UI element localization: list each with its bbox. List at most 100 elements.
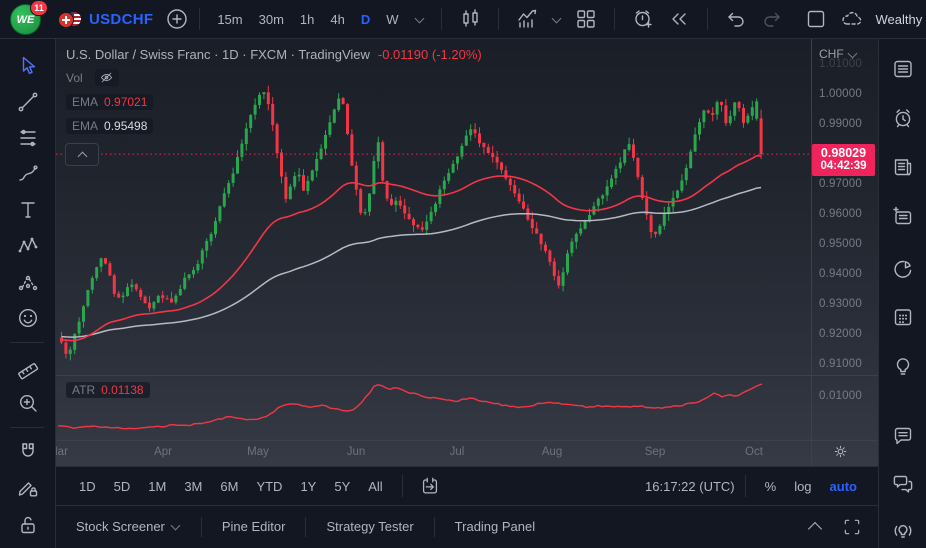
tab-trading-panel[interactable]: Trading Panel (435, 506, 555, 547)
save-layout-indicator[interactable] (798, 7, 834, 31)
range-3m[interactable]: 3M (175, 475, 211, 498)
pane-settings-button[interactable] (832, 443, 849, 465)
magnet-mode-button[interactable] (14, 438, 42, 466)
replay-button[interactable] (661, 7, 697, 31)
trend-line-tool[interactable] (14, 88, 42, 116)
tab-stock-screener[interactable]: Stock Screener (56, 506, 201, 547)
volume-visibility-toggle[interactable] (94, 69, 119, 86)
clock[interactable]: 16:17:22 (UTC) (645, 479, 735, 494)
range-5y[interactable]: 5Y (325, 475, 359, 498)
interval-30m[interactable]: 30m (252, 8, 291, 31)
range-all[interactable]: All (359, 475, 391, 498)
range-1m[interactable]: 1M (139, 475, 175, 498)
brush-tool[interactable] (14, 160, 42, 188)
separator (497, 8, 499, 30)
text-notes-button[interactable] (890, 203, 916, 229)
price-tick: 0.96000 (819, 208, 862, 220)
range-1y[interactable]: 1Y (291, 475, 325, 498)
streams-button[interactable] (890, 518, 916, 544)
cloud-save-button[interactable] (834, 7, 870, 31)
auto-scale-button[interactable]: auto (821, 475, 866, 498)
swiss-flag-icon (58, 12, 74, 28)
tab-pine-editor[interactable]: Pine Editor (202, 506, 306, 547)
text-tool[interactable] (14, 196, 42, 224)
zoom-in-tool[interactable] (14, 389, 42, 417)
layout-grid-button[interactable] (568, 7, 604, 31)
go-to-date-icon (422, 477, 437, 494)
drawing-lock-button[interactable] (14, 474, 42, 502)
price-change: -0.01190 (-1.20%) (377, 47, 482, 62)
separator (199, 8, 201, 30)
forecast-tool[interactable] (14, 268, 42, 296)
fullscreen-icon[interactable] (842, 517, 862, 537)
percent-scale-button[interactable]: % (756, 475, 786, 498)
volume-label[interactable]: Vol (66, 71, 83, 85)
broadcast-bulb-icon (894, 525, 912, 538)
range-1d[interactable]: 1D (70, 475, 105, 498)
open-panel-chevron-up-icon[interactable] (807, 521, 823, 536)
news-button[interactable] (890, 154, 916, 180)
watchlist-button[interactable] (890, 56, 916, 82)
interval-1h[interactable]: 1h (293, 8, 321, 31)
chevron-down-icon (414, 13, 424, 23)
undo-button[interactable] (718, 7, 754, 31)
indicator-templates-button[interactable] (545, 13, 568, 24)
tab-label: Pine Editor (221, 519, 286, 534)
chart-area[interactable]: U.S. Dollar / Swiss Franc · 1D · FXCM · … (56, 39, 878, 466)
price-axis[interactable]: CHF 0.98029 04:42:39 1.01000 1.00000 0.990… (811, 39, 878, 466)
economic-calendar-button[interactable] (890, 304, 916, 330)
ema-fast-legend[interactable]: EMA 0.97021 (66, 93, 154, 110)
alerts-button[interactable] (890, 105, 916, 131)
chart-style-button[interactable] (452, 7, 488, 31)
ema-slow-legend[interactable]: EMA 0.95498 (66, 117, 154, 134)
time-axis[interactable]: Mar Apr May Jun Jul Aug Sep Oct (56, 440, 811, 466)
symbol-search-button[interactable]: USDCHF (58, 11, 153, 28)
price-tick: 0.95000 (819, 238, 862, 250)
ema-slow-label: EMA (72, 118, 99, 133)
hotlists-button[interactable] (890, 256, 916, 282)
separator (10, 427, 44, 428)
time-axis-month: Sep (644, 446, 666, 458)
range-ytd[interactable]: YTD (247, 475, 291, 498)
account-menu-button[interactable]: WE 11 (10, 0, 48, 35)
chat-button[interactable] (890, 423, 916, 449)
redo-button[interactable] (754, 7, 790, 31)
indicators-button[interactable] (509, 7, 545, 31)
ideas-button[interactable] (890, 353, 916, 379)
log-scale-button[interactable]: log (785, 475, 820, 498)
symbol-title[interactable]: U.S. Dollar / Swiss Franc · 1D · FXCM · … (66, 47, 370, 62)
interval-1d[interactable]: D (354, 8, 377, 31)
xabcd-pattern-tool[interactable] (14, 232, 42, 260)
interval-4h[interactable]: 4h (323, 8, 351, 31)
pattern-icon (18, 237, 38, 253)
collapse-legend-button[interactable] (65, 143, 99, 166)
measure-tool[interactable] (14, 354, 42, 382)
lock-all-drawings-button[interactable] (14, 511, 42, 539)
range-6m[interactable]: 6M (211, 475, 247, 498)
magnifier-plus-icon (19, 394, 37, 412)
create-alert-button[interactable] (625, 7, 661, 31)
fib-retracement-tool[interactable] (14, 124, 42, 152)
indicators-icon (517, 9, 536, 28)
compare-add-symbol-button[interactable] (165, 7, 189, 31)
interval-1w[interactable]: W (379, 8, 405, 31)
atr-legend[interactable]: ATR 0.01138 (66, 381, 150, 399)
chevron-up-icon (77, 151, 87, 161)
bottom-range-toolbar: 1D 5D 1M 3M 6M YTD 1Y 5Y All 16:17:22 (U… (56, 466, 878, 506)
chevron-down-icon (551, 13, 561, 23)
cursor-tool[interactable] (14, 52, 42, 80)
emoji-tool[interactable] (14, 304, 42, 332)
interval-menu-button[interactable] (408, 13, 431, 24)
go-to-date-button[interactable] (413, 475, 447, 497)
interval-15m[interactable]: 15m (210, 8, 249, 31)
layout-name[interactable]: Wealthy Educ... (876, 12, 926, 27)
ema-slow-value: 0.95498 (104, 118, 148, 133)
tab-strategy-tester[interactable]: Strategy Tester (306, 506, 433, 547)
forecast-icon (18, 275, 38, 291)
plus-circle-icon (167, 9, 188, 29)
pencil-lock-icon (18, 482, 38, 497)
range-5d[interactable]: 5D (105, 475, 140, 498)
bottom-panel-tabs: Stock Screener Pine Editor Strategy Test… (56, 506, 878, 547)
calendar-icon (894, 309, 912, 326)
private-chats-button[interactable] (890, 471, 916, 497)
